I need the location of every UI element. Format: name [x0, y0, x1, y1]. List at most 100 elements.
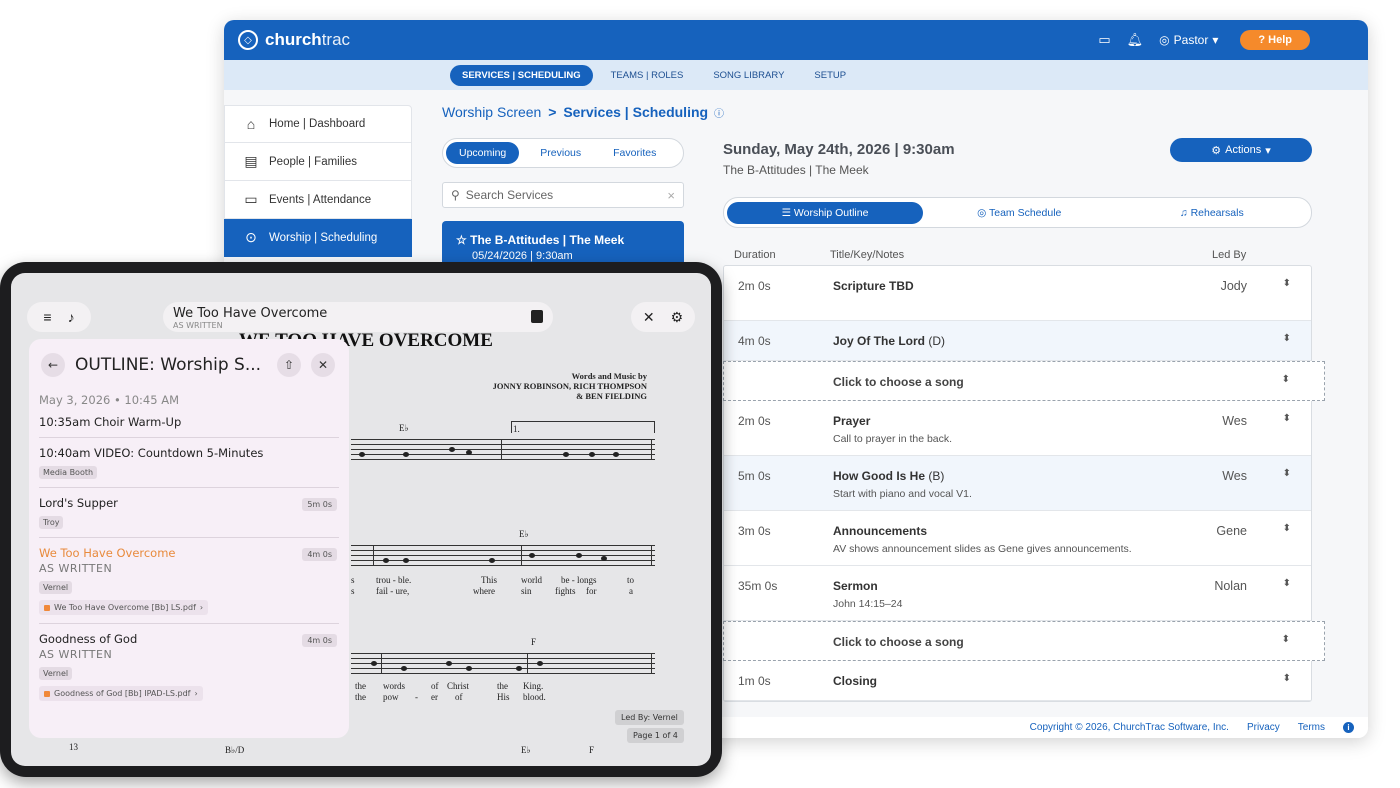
info-icon[interactable]: i	[1343, 722, 1354, 733]
row-duration: 3m 0s	[738, 524, 771, 538]
back-arrow-icon[interactable]: ←	[41, 353, 65, 377]
nav-services-scheduling[interactable]: SERVICES | SCHEDULING	[450, 64, 593, 86]
outline-row[interactable]: 5m 0s How Good Is He (B) Start with pian…	[724, 456, 1311, 511]
item-name: Lord's Supper	[39, 496, 118, 510]
user-menu[interactable]: ◎ Pastor ▾	[1159, 33, 1218, 47]
lyric: words	[383, 681, 405, 691]
outline-row[interactable]: 4m 0s Joy Of The Lord (D) ⬍	[724, 321, 1311, 361]
outline-row[interactable]: 2m 0s Prayer Call to prayer in the back.…	[724, 401, 1311, 456]
document-icon[interactable]	[531, 310, 543, 323]
item-name: Goodness of God	[39, 632, 138, 646]
caret-down-icon: ▾	[1265, 144, 1271, 157]
lyric: -	[415, 692, 418, 702]
nav-song-library[interactable]: SONG LIBRARY	[701, 65, 796, 86]
attached-file[interactable]: Goodness of God [Bb] IPAD-LS.pdf ›	[39, 686, 203, 701]
sidebar-item-worship[interactable]: ⊙ Worship | Scheduling	[224, 219, 412, 257]
sort-handle-icon[interactable]: ⬍	[1283, 468, 1291, 479]
item-length: 4m 0s	[302, 548, 337, 561]
lyric: His	[497, 692, 510, 702]
attached-file[interactable]: We Too Have Overcome [Bb] LS.pdf ›	[39, 600, 209, 615]
sub-navigation: SERVICES | SCHEDULING TEAMS | ROLES SONG…	[224, 60, 1368, 90]
column-led-by: Led By	[1212, 249, 1247, 261]
choose-song-label: Click to choose a song	[833, 375, 964, 389]
outline-item[interactable]: Lord's Supper Troy 5m 0s	[39, 488, 339, 538]
music-note-icon[interactable]: ♪	[68, 309, 75, 325]
chord-label: F	[531, 637, 537, 647]
star-icon[interactable]: ☆	[456, 233, 467, 247]
lyric: to	[627, 575, 635, 585]
breadcrumb-worship-screen[interactable]: Worship Screen	[442, 104, 541, 120]
outline-item[interactable]: 10:40am VIDEO: Countdown 5-Minutes Media…	[39, 438, 339, 488]
share-icon[interactable]: ⇧	[277, 353, 301, 377]
row-title: Announcements	[833, 524, 928, 538]
sort-handle-icon[interactable]: ⬍	[1282, 374, 1290, 385]
music-note-icon: ♫	[1179, 206, 1188, 219]
row-title: Joy Of The Lord (D)	[833, 334, 946, 348]
tab-rehearsals[interactable]: ♫ Rehearsals	[1116, 202, 1309, 224]
help-button[interactable]: ? Help	[1240, 30, 1310, 50]
row-duration: 2m 0s	[738, 414, 771, 428]
tab-team-schedule[interactable]: ◎ Team Schedule	[923, 202, 1116, 224]
song-title: We Too Have Overcome	[173, 306, 328, 321]
outline-row[interactable]: 35m 0s Sermon John 14:15–24 Nolan ⬍	[724, 566, 1311, 621]
lyric: fail - ure,	[376, 586, 410, 596]
churchtrac-logo[interactable]: ◇ churchtrac	[238, 30, 350, 50]
sidebar-item-people[interactable]: ▤ People | Families	[224, 143, 412, 181]
menu-icon[interactable]: ≡	[43, 309, 51, 325]
privacy-link[interactable]: Privacy	[1247, 722, 1280, 733]
sort-handle-icon[interactable]: ⬍	[1283, 578, 1291, 589]
tab-upcoming[interactable]: Upcoming	[446, 142, 520, 164]
sidebar-item-events[interactable]: ▭ Events | Attendance	[224, 181, 412, 219]
chord-label: E♭	[519, 529, 529, 539]
lyric: trou - ble.	[376, 575, 412, 585]
user-icon: ◎	[1159, 33, 1170, 47]
tab-previous[interactable]: Previous	[527, 142, 594, 164]
sort-handle-icon[interactable]: ⬍	[1283, 673, 1291, 684]
service-detail-title: Sunday, May 24th, 2026 | 9:30am	[723, 141, 955, 158]
choose-song-slot[interactable]: Click to choose a song ⬍	[723, 361, 1325, 401]
sort-handle-icon[interactable]: ⬍	[1283, 523, 1291, 534]
row-duration: 35m 0s	[738, 579, 778, 593]
logo-light: trac	[321, 30, 351, 49]
row-duration: 1m 0s	[738, 674, 771, 688]
row-duration: 2m 0s	[738, 279, 771, 293]
chord-label: E♭	[521, 745, 531, 755]
user-name: Pastor	[1173, 33, 1209, 47]
led-by-label: Led By: Vernel	[615, 710, 684, 725]
outline-item[interactable]: Goodness of God AS WRITTEN Vernel 4m 0s …	[39, 624, 339, 709]
terms-link[interactable]: Terms	[1298, 722, 1325, 733]
close-icon[interactable]: ✕	[311, 353, 335, 377]
search-services-input[interactable]: ⚲ Search Services ×	[442, 182, 684, 208]
gear-icon: ⚙	[1211, 144, 1222, 157]
calendar-icon[interactable]: ▭	[1098, 32, 1110, 48]
sidebar-item-home[interactable]: ⌂ Home | Dashboard	[224, 105, 412, 143]
music-staff	[351, 439, 655, 460]
sort-handle-icon[interactable]: ⬍	[1283, 333, 1291, 344]
outline-row[interactable]: 3m 0s Announcements AV shows announcemen…	[724, 511, 1311, 566]
sort-handle-icon[interactable]: ⬍	[1283, 278, 1291, 289]
tab-favorites[interactable]: Favorites	[600, 142, 669, 164]
actions-button[interactable]: ⚙ Actions ▾	[1170, 138, 1312, 162]
column-duration: Duration	[734, 249, 776, 261]
tab-worship-outline[interactable]: ☰ Worship Outline	[727, 201, 923, 224]
nav-teams-roles[interactable]: TEAMS | ROLES	[599, 65, 696, 86]
column-title: Title/Key/Notes	[830, 249, 905, 261]
search-icon: ⚲	[451, 188, 460, 202]
tools-icon[interactable]: ✕	[643, 309, 655, 326]
nav-setup[interactable]: SETUP	[802, 65, 858, 86]
sort-handle-icon[interactable]: ⬍	[1283, 413, 1291, 424]
outline-row[interactable]: 1m 0s Closing ⬍	[724, 661, 1311, 701]
bell-icon[interactable]: 🔔︎	[1127, 32, 1144, 48]
help-circle-icon[interactable]: ⓘ	[714, 109, 724, 120]
item-name: 10:35am Choir Warm-Up	[39, 415, 182, 429]
tablet-device: ≡ ♪ We Too Have Overcome AS WRITTEN ✕ ⚙ …	[0, 262, 722, 777]
gear-icon[interactable]: ⚙	[671, 309, 684, 326]
clear-icon[interactable]: ×	[667, 188, 675, 203]
choose-song-slot[interactable]: Click to choose a song ⬍	[723, 621, 1325, 661]
outline-row[interactable]: 2m 0s Scripture TBD Jody ⬍	[724, 266, 1311, 321]
outline-item[interactable]: 10:35am Choir Warm-Up	[39, 407, 339, 438]
sort-handle-icon[interactable]: ⬍	[1282, 634, 1290, 645]
song-selector[interactable]: We Too Have Overcome AS WRITTEN	[163, 302, 553, 332]
tablet-right-controls: ✕ ⚙	[631, 302, 695, 332]
outline-item-current[interactable]: We Too Have Overcome AS WRITTEN Vernel 4…	[39, 538, 339, 624]
